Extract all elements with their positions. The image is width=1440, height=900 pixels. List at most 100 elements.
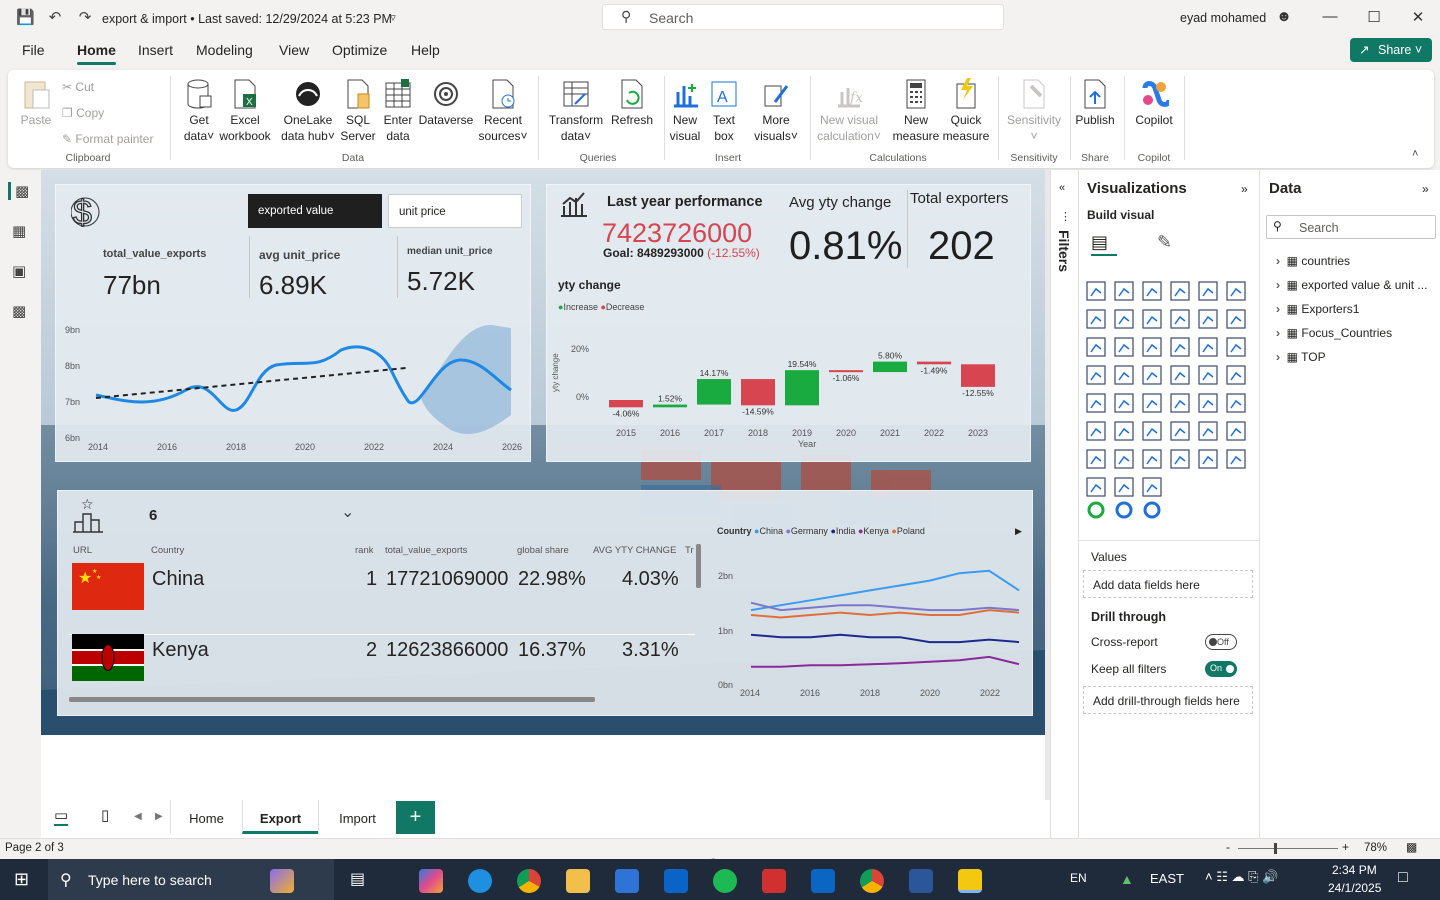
more-visuals-button[interactable]: More visuals˅: [750, 78, 802, 144]
visual-type-icon[interactable]: [1086, 337, 1106, 357]
visual-type-icon[interactable]: [1114, 477, 1134, 497]
visual-type-icon[interactable]: [1226, 365, 1246, 385]
sensitivity-button[interactable]: Sensitivity ˅: [1002, 78, 1066, 144]
exported-value-toggle[interactable]: exported value: [248, 194, 382, 228]
mobile-layout-icon[interactable]: ▯: [101, 806, 109, 824]
visual-type-icon[interactable]: [1114, 365, 1134, 385]
visual-type-icon[interactable]: [1226, 449, 1246, 469]
page-tab-import[interactable]: Import: [318, 800, 396, 834]
report-view-icon[interactable]: ▩: [8, 182, 29, 200]
language-indicator[interactable]: EN: [1070, 871, 1087, 885]
word-icon[interactable]: [909, 869, 933, 893]
next-page-icon[interactable]: ▶: [155, 811, 163, 822]
cross-report-toggle[interactable]: Off: [1205, 634, 1237, 650]
series-line-china[interactable]: [750, 569, 1020, 612]
power-bi-icon[interactable]: [958, 869, 982, 893]
series-line-kenya[interactable]: [751, 655, 1020, 668]
visual-type-icon[interactable]: [1086, 393, 1106, 413]
visual-type-icon[interactable]: [1114, 309, 1134, 329]
col-header-total-value[interactable]: total_value_exports: [385, 545, 467, 556]
data-search-input[interactable]: ⚲ Search: [1266, 215, 1436, 239]
notifications-icon[interactable]: □: [1398, 869, 1408, 887]
menu-insert[interactable]: Insert: [138, 42, 173, 58]
format-visual-tab[interactable]: ✎: [1157, 232, 1172, 253]
col-header-url[interactable]: URL: [73, 545, 92, 556]
new-measure-button[interactable]: New measure: [888, 78, 944, 144]
visual-type-icon[interactable]: [1142, 477, 1162, 497]
enter-data-button[interactable]: Enter data: [380, 78, 416, 144]
visual-type-icon[interactable]: [1198, 365, 1218, 385]
new-visual-calculation-button[interactable]: fx New visual calculation˅: [814, 78, 884, 144]
visual-type-grid[interactable]: [1085, 280, 1255, 525]
chrome-icon[interactable]: [517, 869, 541, 893]
visual-type-icon[interactable]: [1114, 421, 1134, 441]
data-table-item[interactable]: › ▦ countries: [1276, 254, 1350, 268]
col-header-avg-yty[interactable]: AVG YTY CHANGE: [593, 545, 676, 556]
visual-type-icon[interactable]: [1142, 421, 1162, 441]
get-data-button[interactable]: Get data˅: [178, 78, 220, 144]
prev-page-icon[interactable]: ◀: [134, 811, 142, 822]
sql-server-button[interactable]: SQL Server: [340, 78, 376, 144]
visual-type-icon[interactable]: [1142, 449, 1162, 469]
desktop-layout-icon[interactable]: ▭: [54, 806, 69, 826]
yty-bar[interactable]: [697, 379, 731, 405]
account-icon[interactable]: ☻: [1274, 8, 1294, 25]
yty-bar[interactable]: [873, 361, 907, 373]
visual-type-icon[interactable]: [1198, 393, 1218, 413]
document-title[interactable]: export & import • Last saved: 12/29/2024…: [102, 12, 392, 26]
yty-bar[interactable]: [609, 400, 643, 408]
expand-icon[interactable]: »: [1422, 182, 1429, 196]
visual-type-icon[interactable]: [1114, 337, 1134, 357]
yty-bar[interactable]: [741, 379, 775, 406]
visual-type-icon[interactable]: [1198, 337, 1218, 357]
edge-browser-icon[interactable]: [468, 869, 492, 893]
data-table-item[interactable]: › ▦ TOP: [1276, 350, 1326, 364]
save-icon[interactable]: 💾: [16, 9, 35, 27]
dax-query-icon[interactable]: ▩: [12, 302, 30, 320]
yty-bar[interactable]: [961, 364, 995, 387]
visual-type-icon[interactable]: [1086, 477, 1106, 497]
microsoft-store-icon[interactable]: [615, 869, 639, 893]
zoom-slider[interactable]: [1238, 843, 1338, 854]
spotify-icon[interactable]: [713, 869, 737, 893]
linkedin-icon[interactable]: [811, 869, 835, 893]
series-line-poland[interactable]: [750, 609, 1020, 619]
system-tray-icons[interactable]: ˄ ☷ ☁ ⎘ 🔊: [1205, 869, 1278, 885]
model-view-icon[interactable]: ▣: [12, 262, 30, 280]
share-button[interactable]: ↗ Share ˅: [1350, 38, 1432, 62]
windows-start-icon[interactable]: ⊞: [14, 869, 29, 890]
clock-time[interactable]: 2:34 PM: [1332, 863, 1377, 877]
page-tab-export[interactable]: Export: [242, 800, 318, 834]
visual-type-icon[interactable]: [1086, 449, 1106, 469]
task-view-icon[interactable]: ▤: [350, 869, 365, 889]
unit-price-toggle[interactable]: unit price: [388, 194, 522, 228]
visual-type-icon[interactable]: [1142, 281, 1162, 301]
chrome-profile-icon[interactable]: [860, 869, 884, 893]
search-input[interactable]: ⚲ Search: [602, 4, 1004, 30]
chevron-down-icon[interactable]: ⌄: [341, 502, 354, 522]
minimize-button[interactable]: —: [1320, 8, 1340, 25]
extra-visual-icon[interactable]: [1143, 501, 1161, 519]
zoom-in-button[interactable]: +: [1342, 840, 1349, 854]
menu-view[interactable]: View: [279, 42, 309, 58]
series-line-india[interactable]: [750, 633, 1020, 644]
extra-visual-icon[interactable]: [1115, 501, 1133, 519]
file-explorer-icon[interactable]: [566, 869, 590, 893]
keep-filters-toggle[interactable]: On: [1205, 661, 1237, 677]
format-painter-button[interactable]: ✎ Format painter: [62, 132, 153, 146]
col-header-trend[interactable]: Tr: [685, 545, 694, 556]
visual-type-icon[interactable]: [1142, 365, 1162, 385]
menu-home[interactable]: Home: [77, 42, 116, 65]
chevron-down-icon[interactable]: ▿: [384, 9, 402, 27]
values-drop-zone[interactable]: Add data fields here: [1083, 570, 1253, 598]
menu-file[interactable]: File: [22, 42, 45, 58]
collapse-ribbon-icon[interactable]: ˄: [1412, 148, 1418, 160]
visual-type-icon[interactable]: [1170, 281, 1190, 301]
menu-optimize[interactable]: Optimize: [332, 42, 387, 58]
col-header-country[interactable]: Country: [151, 545, 184, 556]
visual-type-icon[interactable]: [1226, 421, 1246, 441]
drill-through-drop-zone[interactable]: Add drill-through fields here: [1083, 686, 1253, 714]
data-table-item[interactable]: › ▦ Exporters1: [1276, 302, 1359, 316]
visual-type-icon[interactable]: [1226, 309, 1246, 329]
visual-type-icon[interactable]: [1226, 337, 1246, 357]
